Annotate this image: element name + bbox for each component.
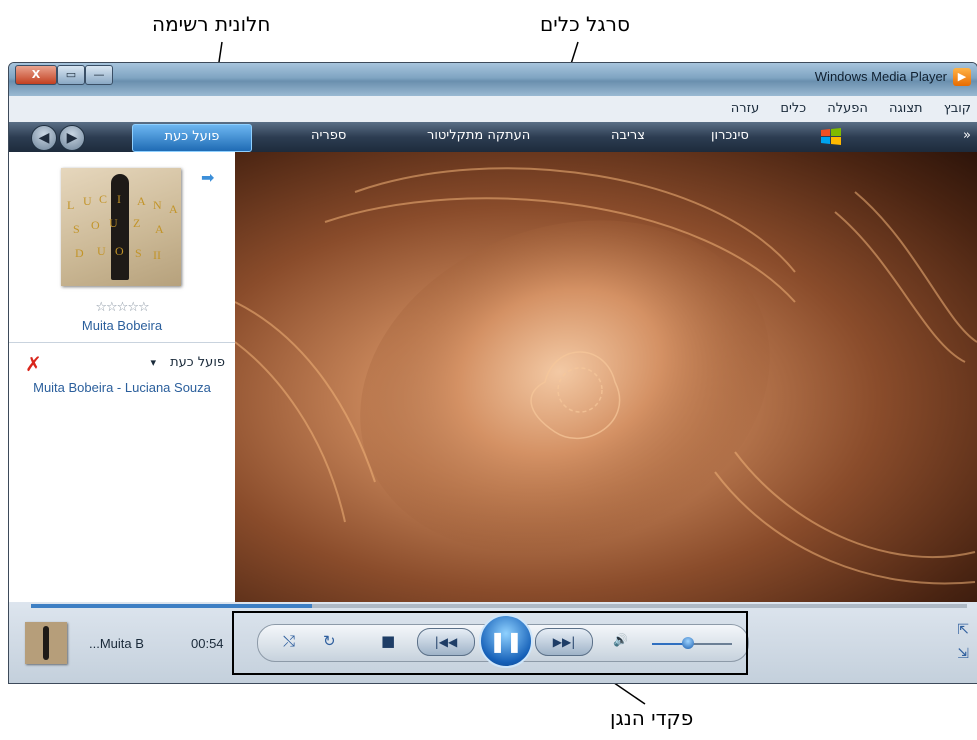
album-art-letter: II <box>153 248 161 262</box>
chevron-down-icon: ▾ <box>150 356 156 369</box>
album-art-letter: I <box>117 192 121 206</box>
back-arrow-icon[interactable]: ◀ <box>31 125 57 151</box>
album-art-letter: S <box>135 246 142 260</box>
minimize-button[interactable]: — <box>85 65 113 85</box>
now-playing-thumbnail[interactable] <box>25 622 67 664</box>
album-art-letter: A <box>155 222 164 236</box>
tab-library[interactable]: ספריה <box>311 128 346 143</box>
remove-icon[interactable]: ✗ <box>25 352 42 376</box>
compact-mode-icon[interactable]: ⇲ <box>957 646 969 662</box>
album-art-letter: U <box>109 216 118 230</box>
menu-view[interactable]: תצוגה <box>889 101 923 116</box>
album-art-letter: N <box>153 198 162 212</box>
wmp-window: X ▭ — Windows Media Player ▶ קובץ תצוגה … <box>8 62 977 684</box>
arrow-right-icon[interactable]: ➡ <box>201 168 214 187</box>
menu-help[interactable]: עזרה <box>731 101 759 116</box>
playlist-header[interactable]: פועל כעת ▾ <box>150 355 225 370</box>
tab-sync[interactable]: סינכרון <box>711 128 749 143</box>
windows-logo-icon[interactable] <box>819 125 843 149</box>
menu-file[interactable]: קובץ <box>944 101 971 116</box>
album-art-letter: O <box>91 218 100 232</box>
album-art-letter: C <box>99 192 108 206</box>
menu-bar: קובץ תצוגה הפעלה כלים עזרה <box>9 96 977 123</box>
album-art-letter: U <box>97 244 106 258</box>
fullscreen-icon[interactable]: ⇱ <box>957 622 969 638</box>
album-art-letter: A <box>169 202 178 216</box>
album-art-letter: L <box>67 198 75 212</box>
playlist-header-label: פועל כעת <box>170 355 225 370</box>
pane-divider <box>9 342 235 343</box>
tab-now-playing[interactable]: פועל כעת <box>132 124 252 152</box>
list-pane: L U C I A N A S O U Z A D U O S II ➡ ☆☆☆… <box>9 152 237 602</box>
tab-burn[interactable]: צריבה <box>611 128 645 143</box>
wmp-app-icon: ▶ <box>953 68 971 86</box>
album-art: L U C I A N A S O U Z A D U O S II <box>61 168 181 286</box>
tab-rip[interactable]: העתקה מתקליטור <box>427 128 530 143</box>
album-art-letter: O <box>115 244 124 258</box>
maximize-button[interactable]: ▭ <box>57 65 85 85</box>
album-art-letter: U <box>83 194 92 208</box>
forward-arrow-icon[interactable]: ▶ <box>59 125 85 151</box>
thumbnail-figure <box>43 626 49 660</box>
player-controls-frame <box>232 611 748 675</box>
elapsed-time: 00:54 <box>191 636 224 651</box>
album-song-title[interactable]: Muita Bobeira <box>9 318 235 333</box>
toolbar: ◀ ▶ פועל כעת ספריה העתקה מתקליטור צריבה … <box>9 122 977 152</box>
album-art-letter: D <box>75 246 84 260</box>
seek-bar-progress <box>31 604 312 608</box>
close-button[interactable]: X <box>15 65 57 85</box>
now-playing-title: ...Muita B <box>89 636 144 651</box>
window-title: Windows Media Player <box>814 69 947 84</box>
playlist-item[interactable]: Muita Bobeira - Luciana Souza <box>9 380 235 395</box>
menu-play[interactable]: הפעלה <box>827 101 868 116</box>
more-tabs-icon[interactable]: » <box>963 128 971 143</box>
album-art-letter: A <box>137 194 146 208</box>
menu-tools[interactable]: כלים <box>780 101 806 116</box>
title-bar: X ▭ — Windows Media Player ▶ <box>9 63 977 96</box>
visualization-area[interactable] <box>235 152 977 602</box>
rating-stars[interactable]: ☆☆☆☆☆ <box>9 300 235 315</box>
visualization-graphic <box>235 167 977 585</box>
album-art-letter: S <box>73 222 80 236</box>
album-art-letter: Z <box>133 216 141 230</box>
